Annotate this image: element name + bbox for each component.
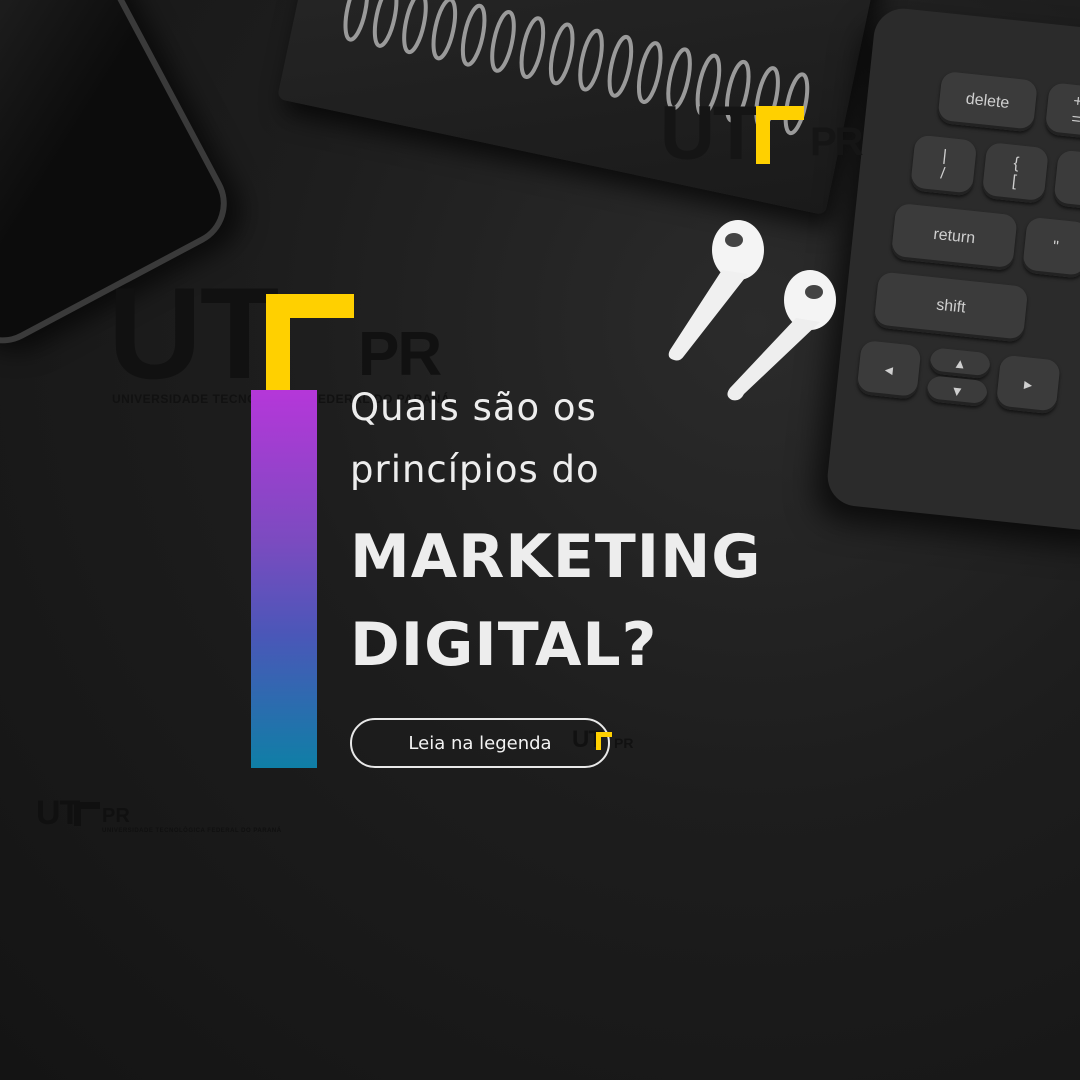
headline-line-4: DIGITAL?: [350, 610, 658, 680]
read-caption-button[interactable]: Leia na legenda: [350, 718, 610, 768]
post-canvas: delete + = | / {[ return " shift ◂ ▴ ▾ ▸ U…: [0, 0, 1080, 1080]
logo-small-cta: UT PR: [572, 726, 634, 753]
key-pipe: | /: [909, 134, 978, 197]
key-plus-equals: + =: [1044, 82, 1080, 141]
headline-line-3: MARKETING: [350, 522, 762, 592]
key-brace: {[: [981, 141, 1049, 205]
key-quote: ": [1021, 216, 1080, 279]
key-arrow-left: ◂: [856, 339, 922, 400]
logo-bl-stem: [74, 802, 81, 826]
key-return: return: [890, 202, 1018, 272]
logo-small-yellow-stem: [596, 732, 601, 750]
earbud-left: [668, 220, 764, 361]
key-shift: shift: [873, 271, 1029, 343]
headline-line-2: princípios do: [350, 448, 600, 491]
logo-top-right: UT PR: [660, 91, 864, 176]
earbuds: [668, 220, 836, 401]
logo-yellow-stem: [756, 106, 770, 164]
accent-gradient-bar: [251, 390, 317, 768]
key-extra: [1053, 149, 1080, 212]
keyboard: delete + = | / {[ return " shift ◂ ▴ ▾ ▸: [824, 5, 1080, 535]
key-arrow-down: ▾: [925, 375, 989, 408]
logo-large-yellow-stem: [266, 294, 290, 394]
headline-line-1: Quais são os: [350, 386, 597, 429]
key-arrow-right: ▸: [995, 354, 1061, 415]
earbud-right: [727, 270, 836, 401]
key-arrow-up: ▴: [928, 347, 992, 380]
cta-label: Leia na legenda: [408, 732, 552, 754]
key-delete: delete: [937, 70, 1038, 133]
logo-bottom-left: UT PR UNIVERSIDADE TECNOLÓGICA FEDERAL D…: [36, 794, 282, 834]
